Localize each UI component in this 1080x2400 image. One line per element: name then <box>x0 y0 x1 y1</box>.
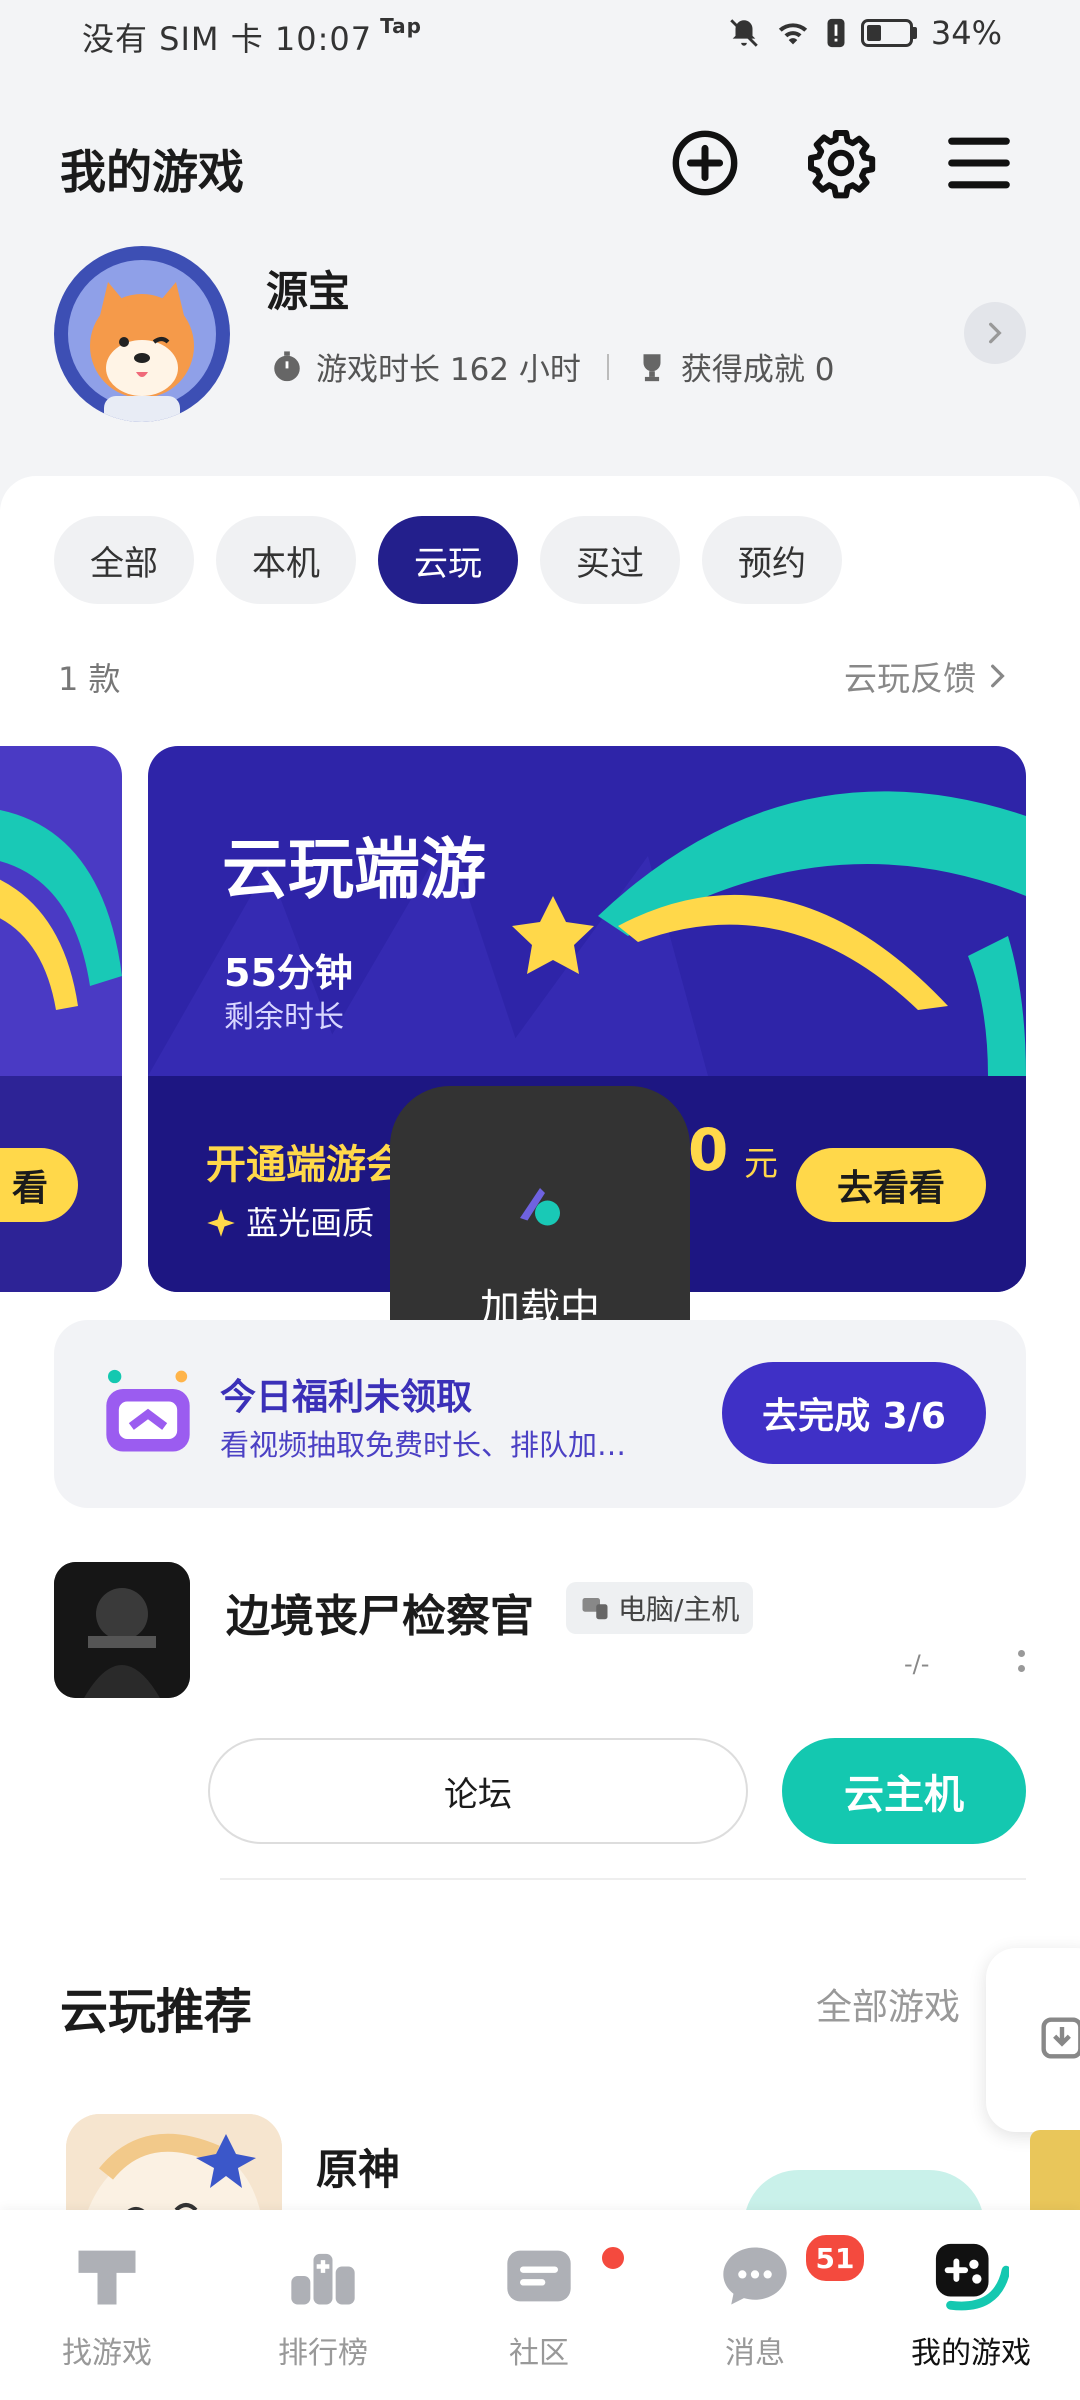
menu-button[interactable] <box>942 126 1016 200</box>
tap-label: Tap <box>380 14 422 38</box>
recommend-game-name[interactable]: 原神 <box>316 2136 400 2197</box>
recommend-title: 云玩推荐 <box>60 1984 253 2040</box>
game-icon[interactable] <box>54 1562 190 1698</box>
tap-logo-icon <box>69 2238 145 2314</box>
card-title: 云玩端游 <box>222 831 486 908</box>
feature-text: 蓝光画质 <box>246 1204 375 1242</box>
wifi-icon <box>778 23 808 45</box>
more-options-button[interactable] <box>1014 1650 1028 1672</box>
game-count: 1 款 <box>58 660 121 698</box>
battery-level: 34% <box>930 14 1002 52</box>
stats-divider <box>606 353 609 380</box>
bell-off-icon <box>730 19 758 47</box>
trophy-icon <box>643 353 661 381</box>
chevron-right-icon <box>989 322 1002 344</box>
nav-rankings[interactable]: 排行榜 <box>248 2238 398 2372</box>
cloud-host-button[interactable]: 云主机 <box>782 1738 1026 1844</box>
chat-bubble-icon: 51 <box>717 2232 867 2314</box>
nav-find-games[interactable]: 找游戏 <box>32 2238 182 2372</box>
stopwatch-icon <box>274 350 300 381</box>
shiba-avatar-image <box>56 248 228 422</box>
filter-tabs: 全部 本机 云玩 买过 预约 <box>54 516 842 604</box>
achievements: 获得成就 0 <box>680 352 835 388</box>
user-name: 源宝 <box>266 267 351 316</box>
battery-icon <box>860 19 913 47</box>
tab-local[interactable]: 本机 <box>216 516 356 604</box>
comet-decoration <box>0 810 122 1010</box>
gear-icon <box>808 130 876 199</box>
cloud-feedback-label: 云玩反馈 <box>844 659 976 698</box>
add-button[interactable] <box>668 126 742 200</box>
welfare-complete-button[interactable]: 去完成 3/6 <box>722 1362 986 1464</box>
chevron-right-icon <box>991 664 1005 688</box>
view-button[interactable]: 去看看 <box>796 1148 986 1222</box>
alert-icon <box>827 18 845 48</box>
nav-label: 找游戏 <box>62 2336 152 2371</box>
bottom-nav: 找游戏 排行榜 社区 51 消息 我的游戏 <box>0 2210 1080 2400</box>
loading-spinner-icon <box>520 1188 560 1226</box>
avatar[interactable] <box>54 246 230 422</box>
price-unit: 元 <box>744 1144 778 1184</box>
price-value: 0 <box>688 1116 729 1184</box>
nav-label: 消息 <box>725 2336 785 2371</box>
settings-button[interactable] <box>804 126 878 200</box>
prev-card-button[interactable]: 看 <box>0 1148 78 1222</box>
platform-tag-label: 电脑/主机 <box>618 1593 740 1626</box>
hamburger-icon <box>948 137 1010 189</box>
platform-tag: 电脑/主机 <box>566 1582 754 1634</box>
user-stats: 游戏时长 162 小时 获得成就 0 <box>270 344 834 389</box>
community-icon <box>501 2238 627 2314</box>
profile-arrow-button[interactable] <box>964 302 1026 364</box>
welfare-title: 今日福利未领取 <box>220 1377 473 1418</box>
nav-label: 社区 <box>509 2336 569 2371</box>
zombie-game-image <box>54 1562 190 1698</box>
ranking-icon <box>285 2238 361 2314</box>
nav-messages[interactable]: 51 消息 <box>680 2232 867 2372</box>
tab-reserved[interactable]: 预约 <box>702 516 842 604</box>
welfare-banner[interactable]: 今日福利未领取 看视频抽取免费时长、排队加… 去完成 3/6 <box>54 1320 1026 1508</box>
tab-purchased[interactable]: 买过 <box>540 516 680 604</box>
message-badge: 51 <box>803 2232 867 2284</box>
cloud-feedback-link[interactable]: 云玩反馈 <box>844 652 1010 700</box>
forum-button[interactable]: 论坛 <box>208 1738 748 1844</box>
device-icon <box>582 1598 608 1620</box>
gamepad-icon <box>933 2238 1009 2314</box>
divider <box>220 1878 1026 1880</box>
battery-tip <box>912 27 917 39</box>
notification-dot <box>599 2244 627 2272</box>
status-icons: 34% <box>727 14 1002 52</box>
plus-circle-icon <box>672 130 738 196</box>
game-name[interactable]: 边境丧尸检察官 <box>226 1580 534 1644</box>
promo-text: 开通端游会 <box>206 1142 406 1188</box>
feature-line: 蓝光画质 <box>206 1198 374 1244</box>
game-sub-status: -/- <box>904 1650 930 1678</box>
remaining-label: 剩余时长 <box>224 1000 344 1035</box>
remaining-minutes: 55分钟 <box>224 951 353 995</box>
status-bar: 没有 SIM 卡 10:07 Tap 34% <box>0 0 1080 80</box>
nav-my-games[interactable]: 我的游戏 <box>896 2238 1046 2372</box>
prev-card[interactable]: 看 <box>0 746 122 1292</box>
nav-label: 排行榜 <box>278 2336 368 2371</box>
download-float-button[interactable] <box>986 1948 1080 2132</box>
download-icon <box>1041 2017 1080 2059</box>
page-title: 我的游戏 <box>60 145 244 199</box>
status-carrier-time: 没有 SIM 卡 10:07 Tap <box>82 14 422 58</box>
play-time: 游戏时长 162 小时 <box>316 352 581 388</box>
tv-icon <box>106 1369 190 1452</box>
tab-cloud[interactable]: 云玩 <box>378 516 518 604</box>
star-icon <box>207 1209 235 1237</box>
tab-all[interactable]: 全部 <box>54 516 194 604</box>
welfare-subtitle: 看视频抽取免费时长、排队加… <box>220 1428 627 1462</box>
nav-label: 我的游戏 <box>911 2336 1031 2371</box>
nav-community[interactable]: 社区 <box>464 2238 627 2372</box>
all-games-link[interactable]: 全部游戏 <box>816 1978 960 2030</box>
